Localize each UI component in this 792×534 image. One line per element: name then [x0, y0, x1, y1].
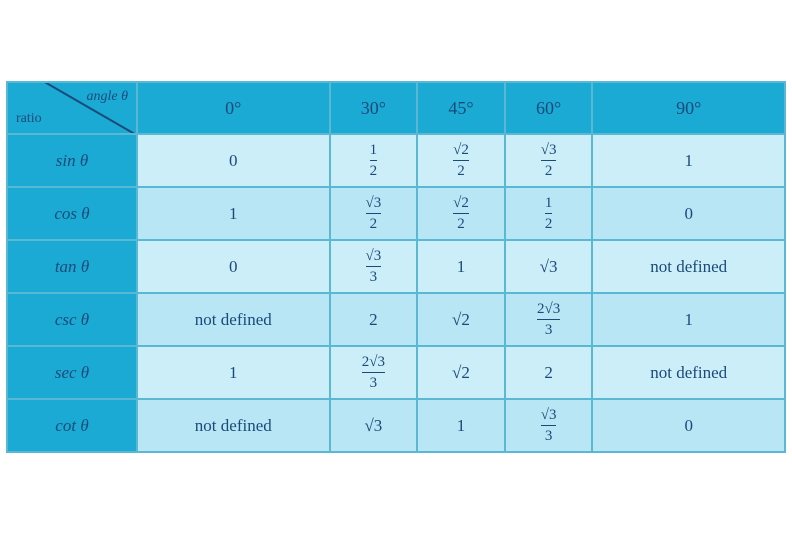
cell-sec-45: √2: [417, 346, 505, 399]
angle-30: 30°: [330, 82, 418, 134]
angle-0: 0°: [137, 82, 330, 134]
cell-csc-30: 2: [330, 293, 418, 346]
cell-sec-90: not defined: [592, 346, 785, 399]
ratio-csc: csc θ: [7, 293, 137, 346]
cell-cos-0: 1: [137, 187, 330, 240]
cell-csc-90: 1: [592, 293, 785, 346]
cell-cot-0: not defined: [137, 399, 330, 452]
cell-tan-0: 0: [137, 240, 330, 293]
cell-sin-60: √32: [505, 134, 593, 187]
cell-sin-90: 1: [592, 134, 785, 187]
ratio-cot: cot θ: [7, 399, 137, 452]
cell-tan-60: √3: [505, 240, 593, 293]
cell-cos-90: 0: [592, 187, 785, 240]
trig-ratios-table: angle θ ratio 0° 30° 45° 60° 90° sin θ 0…: [6, 81, 786, 453]
table-row: csc θ not defined 2 √2 2√33 1: [7, 293, 785, 346]
cell-cot-45: 1: [417, 399, 505, 452]
cell-tan-90: not defined: [592, 240, 785, 293]
angle-45: 45°: [417, 82, 505, 134]
table-row: sin θ 0 12 √22 √32 1: [7, 134, 785, 187]
cell-cot-60: √33: [505, 399, 593, 452]
cell-cot-90: 0: [592, 399, 785, 452]
table-row: sec θ 1 2√33 √2 2 not defined: [7, 346, 785, 399]
cell-csc-45: √2: [417, 293, 505, 346]
cell-cot-30: √3: [330, 399, 418, 452]
cell-csc-0: not defined: [137, 293, 330, 346]
ratio-tan: tan θ: [7, 240, 137, 293]
corner-header: angle θ ratio: [7, 82, 137, 134]
table-row: tan θ 0 √33 1 √3 not defined: [7, 240, 785, 293]
cell-sin-45: √22: [417, 134, 505, 187]
cell-sec-30: 2√33: [330, 346, 418, 399]
cell-csc-60: 2√33: [505, 293, 593, 346]
cell-cos-45: √22: [417, 187, 505, 240]
cell-sin-30: 12: [330, 134, 418, 187]
ratio-sec: sec θ: [7, 346, 137, 399]
cell-cos-30: √32: [330, 187, 418, 240]
table-row: cot θ not defined √3 1 √33 0: [7, 399, 785, 452]
cell-tan-30: √33: [330, 240, 418, 293]
angle-90: 90°: [592, 82, 785, 134]
cell-sec-0: 1: [137, 346, 330, 399]
table-row: cos θ 1 √32 √22 12 0: [7, 187, 785, 240]
ratio-label: ratio: [16, 111, 42, 127]
cell-cos-60: 12: [505, 187, 593, 240]
cell-tan-45: 1: [417, 240, 505, 293]
ratio-cos: cos θ: [7, 187, 137, 240]
cell-sec-60: 2: [505, 346, 593, 399]
cell-sin-0: 0: [137, 134, 330, 187]
angle-label: angle θ: [87, 89, 129, 105]
ratio-sin: sin θ: [7, 134, 137, 187]
angle-60: 60°: [505, 82, 593, 134]
